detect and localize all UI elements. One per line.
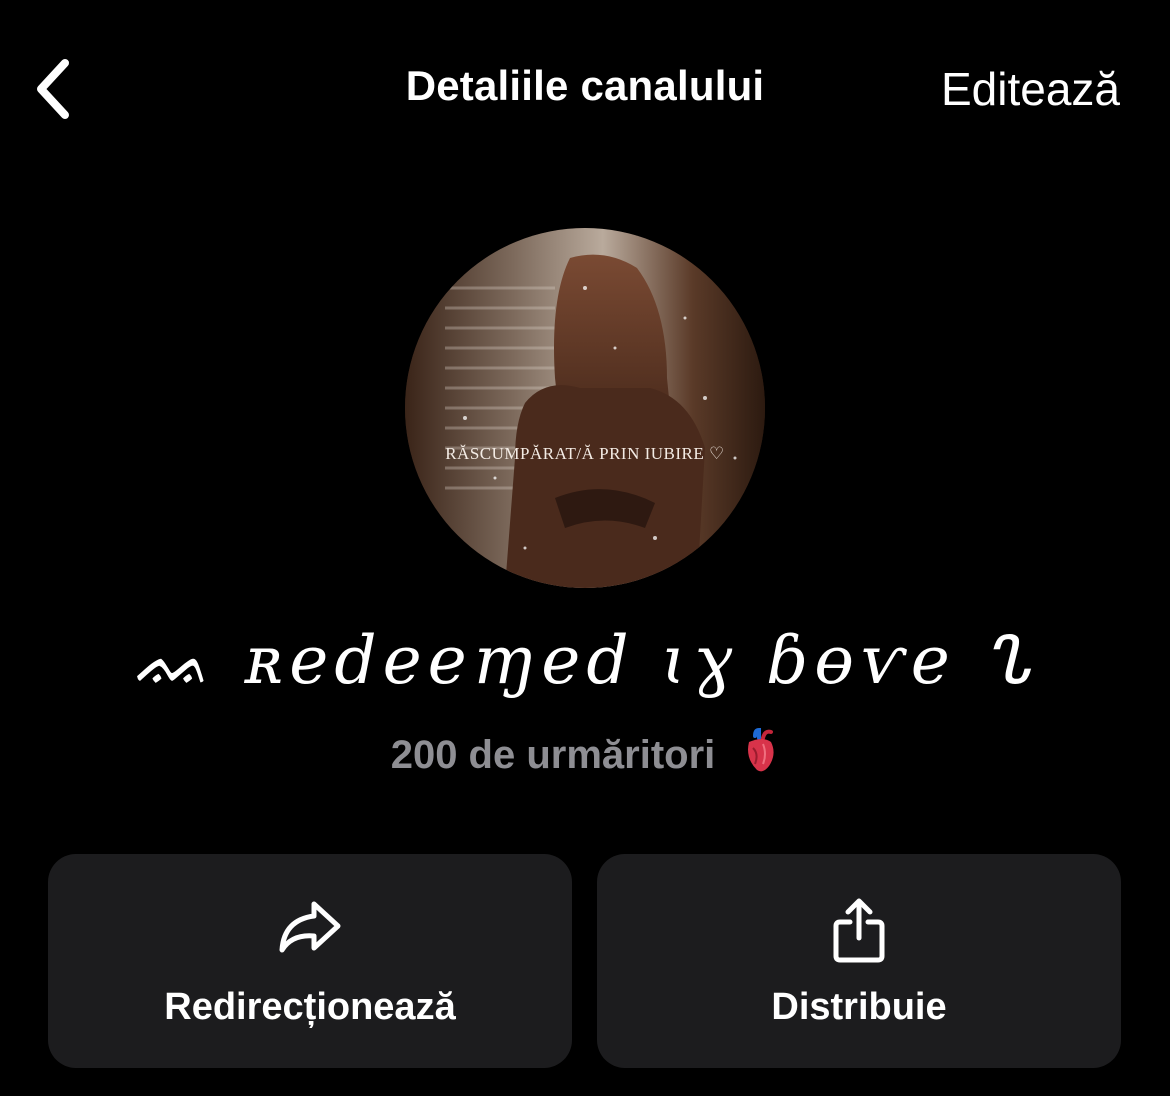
edit-button[interactable]: Editează (941, 62, 1120, 116)
share-icon (597, 898, 1121, 964)
forward-arrow-icon (48, 898, 572, 954)
avatar-image (405, 228, 765, 588)
followers-count: 200 de urmăritori (0, 727, 1170, 784)
channel-avatar[interactable]: RĂSCUMPĂRAT/Ă PRIN IUBIRE ♡ (405, 228, 765, 588)
channel-name: ᨐ ʀedeeɱed ɩɣ ɓɵѵe ᔐ (134, 622, 1036, 699)
share-button[interactable]: Distribuie (597, 854, 1121, 1068)
forward-label: Redirecționează (164, 986, 456, 1028)
followers-text: 200 de urmăritori (390, 733, 716, 777)
share-label: Distribuie (771, 986, 947, 1028)
anatomical-heart-icon (741, 727, 779, 784)
forward-button[interactable]: Redirecționează (48, 854, 572, 1068)
avatar-caption: RĂSCUMPĂRAT/Ă PRIN IUBIRE ♡ (445, 444, 725, 463)
navigation-bar: Detaliile canalului Editează (0, 0, 1170, 180)
